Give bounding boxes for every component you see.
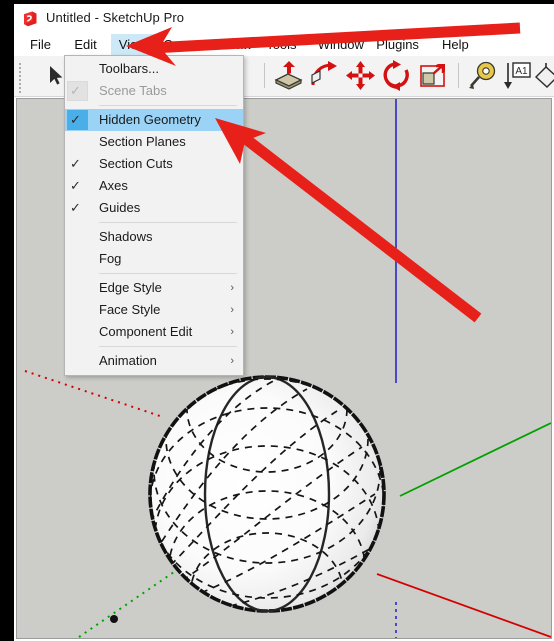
title-bar: Untitled - SketchUp Pro xyxy=(14,4,554,34)
menu-item-guides[interactable]: ✓ Guides xyxy=(65,197,243,219)
menu-item-label: Edge Style xyxy=(99,280,162,295)
menu-bar: File Edit View Camera Draw Tools Window Plugins… xyxy=(14,34,554,56)
check-icon: ✓ xyxy=(70,112,81,127)
text-label-icon: A1 xyxy=(504,62,531,89)
checkmark-slot xyxy=(67,249,88,269)
submenu-chevron-icon: › xyxy=(230,355,234,367)
checkmark-slot xyxy=(67,300,88,320)
check-icon: ✓ xyxy=(70,178,81,193)
menu-item-toolbars[interactable]: Toolbars... xyxy=(65,58,243,80)
menu-item-label: Axes xyxy=(99,178,128,193)
sketchup-logo-icon xyxy=(21,10,40,29)
window-title: Untitled - SketchUp Pro xyxy=(46,10,185,25)
paint-bucket-icon xyxy=(534,63,554,88)
menu-help[interactable]: Help xyxy=(434,34,477,56)
menu-item-label: Toolbars... xyxy=(99,61,159,76)
checkmark-slot xyxy=(67,59,88,79)
menu-item-fog[interactable]: Fog xyxy=(65,248,243,270)
menu-draw[interactable]: Draw xyxy=(214,34,260,56)
checkmark-slot xyxy=(67,227,88,247)
view-menu-dropdown[interactable]: Toolbars... ✓ Scene Tabs ✓ Hidden Geometry Se… xyxy=(64,55,244,376)
tape-measure-tool[interactable] xyxy=(466,59,499,92)
menu-item-label: Face Style xyxy=(99,302,161,317)
rotate-icon xyxy=(383,60,409,91)
checkmark-slot xyxy=(67,322,88,342)
checkmark-slot xyxy=(67,278,88,298)
menu-separator xyxy=(99,273,237,274)
menu-item-label: Section Cuts xyxy=(99,156,173,171)
menu-separator xyxy=(99,105,237,106)
rotate-tool[interactable] xyxy=(380,59,413,92)
follow-me-icon xyxy=(311,61,337,86)
menu-item-label: Component Edit xyxy=(99,324,193,339)
check-icon: ✓ xyxy=(70,200,81,215)
toolbar-grip[interactable] xyxy=(18,61,23,93)
axis-green-solid xyxy=(399,422,551,497)
menu-tools[interactable]: Tools xyxy=(258,34,304,56)
menu-item-edge-style[interactable]: Edge Style › xyxy=(65,277,243,299)
axis-red-dotted xyxy=(24,370,164,418)
menu-item-label: Scene Tabs xyxy=(99,83,167,98)
screenshot-root: Untitled - SketchUp Pro File Edit View Came… xyxy=(0,0,554,641)
paint-bucket-tool[interactable] xyxy=(532,59,554,92)
menu-item-label: Fog xyxy=(99,251,122,266)
menu-item-label: Section Planes xyxy=(99,134,186,149)
menu-item-hidden-geometry[interactable]: ✓ Hidden Geometry xyxy=(65,109,243,131)
menu-item-label: Guides xyxy=(99,200,141,215)
text-tool[interactable]: A1 xyxy=(500,59,533,92)
sphere-body xyxy=(110,375,386,623)
axis-red-solid xyxy=(376,573,551,638)
menu-item-scene-tabs[interactable]: ✓ Scene Tabs xyxy=(65,80,243,102)
menu-item-section-planes[interactable]: Section Planes xyxy=(65,131,243,153)
checkmark-slot xyxy=(67,351,88,371)
submenu-chevron-icon: › xyxy=(230,304,234,316)
axis-green-dotted xyxy=(78,558,194,638)
scale-icon xyxy=(420,64,445,87)
menu-item-label: Animation xyxy=(99,353,157,368)
menu-item-component-edit[interactable]: Component Edit › xyxy=(65,321,243,343)
menu-item-label: Hidden Geometry xyxy=(99,112,201,127)
svg-text:A1: A1 xyxy=(515,66,528,77)
followme-tool[interactable] xyxy=(308,59,341,92)
sphere-pole-point xyxy=(110,615,118,623)
menu-view[interactable]: View xyxy=(110,34,155,56)
checkmark-slot xyxy=(67,132,88,152)
menu-window[interactable]: Window xyxy=(310,34,372,56)
push-pull-icon xyxy=(274,61,303,90)
menu-file[interactable]: File xyxy=(22,34,59,56)
scale-tool[interactable] xyxy=(416,59,449,92)
move-tool[interactable] xyxy=(344,59,377,92)
menu-item-section-cuts[interactable]: ✓ Section Cuts xyxy=(65,153,243,175)
menu-plugins[interactable]: Plugins xyxy=(368,34,427,56)
submenu-chevron-icon: › xyxy=(230,282,234,294)
move-icon xyxy=(346,61,375,90)
menu-item-face-style[interactable]: Face Style › xyxy=(65,299,243,321)
menu-separator xyxy=(99,222,237,223)
menu-edit[interactable]: Edit xyxy=(66,34,104,56)
menu-camera[interactable]: Camera xyxy=(155,34,217,56)
check-icon: ✓ xyxy=(70,83,81,98)
menu-item-animation[interactable]: Animation › xyxy=(65,350,243,372)
check-icon: ✓ xyxy=(70,156,81,171)
submenu-chevron-icon: › xyxy=(230,326,234,338)
menu-item-shadows[interactable]: Shadows xyxy=(65,226,243,248)
pushpull-tool[interactable] xyxy=(272,59,305,92)
menu-item-label: Shadows xyxy=(99,229,153,244)
menu-separator xyxy=(99,346,237,347)
tape-measure-icon xyxy=(469,61,496,89)
menu-item-axes[interactable]: ✓ Axes xyxy=(65,175,243,197)
